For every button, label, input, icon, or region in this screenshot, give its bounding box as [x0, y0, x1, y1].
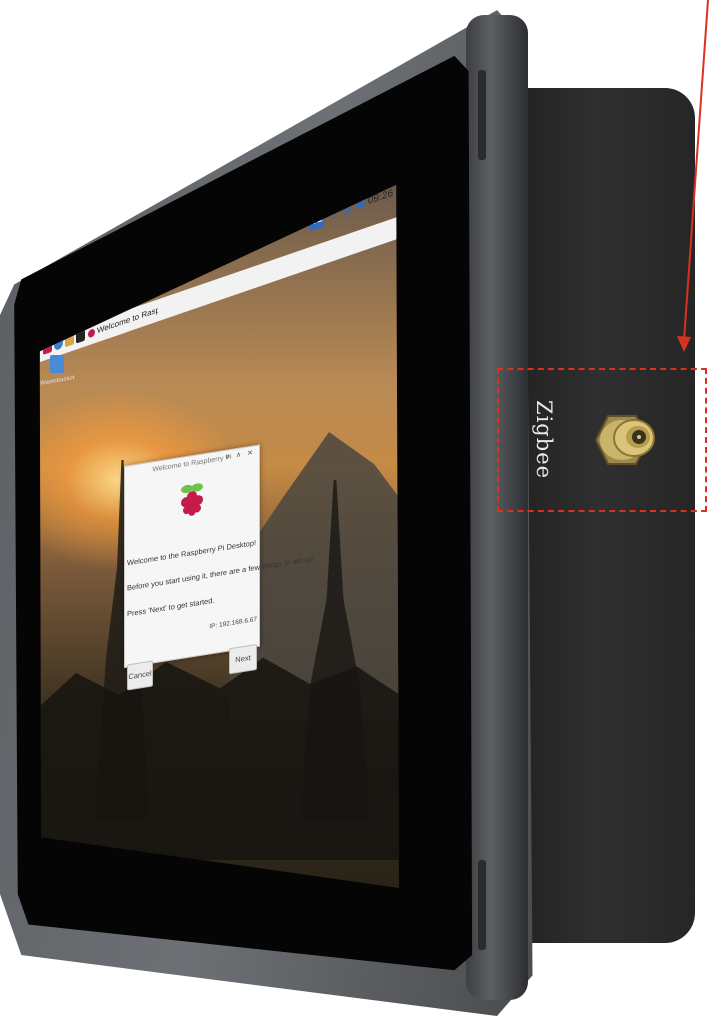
dialog-instruction-text: Press 'Next' to get started. — [127, 595, 215, 619]
wallpaper-treeline — [40, 657, 400, 860]
callout-highlight-box — [497, 368, 707, 512]
ip-address: IP: 192.168.6.67 — [209, 615, 257, 631]
dialog-welcome-text: Welcome to the Raspberry Pi Desktop! — [127, 538, 257, 568]
welcome-dialog: Welcome to Raspberry Pi ∨ ∧ ✕ Welcome to… — [124, 444, 315, 691]
wastebasket-icon[interactable] — [50, 355, 64, 373]
bezel-slot-bottom — [478, 860, 486, 950]
next-button[interactable]: Next — [229, 643, 257, 675]
wastebasket-label: Wastebasket — [40, 374, 75, 388]
raspberry-pi-logo-icon — [181, 483, 203, 516]
bezel-slot-top — [478, 70, 486, 160]
raspberry-mini-icon — [88, 327, 95, 339]
cancel-button[interactable]: Cancel — [127, 660, 153, 691]
arrow-icon — [677, 0, 709, 352]
